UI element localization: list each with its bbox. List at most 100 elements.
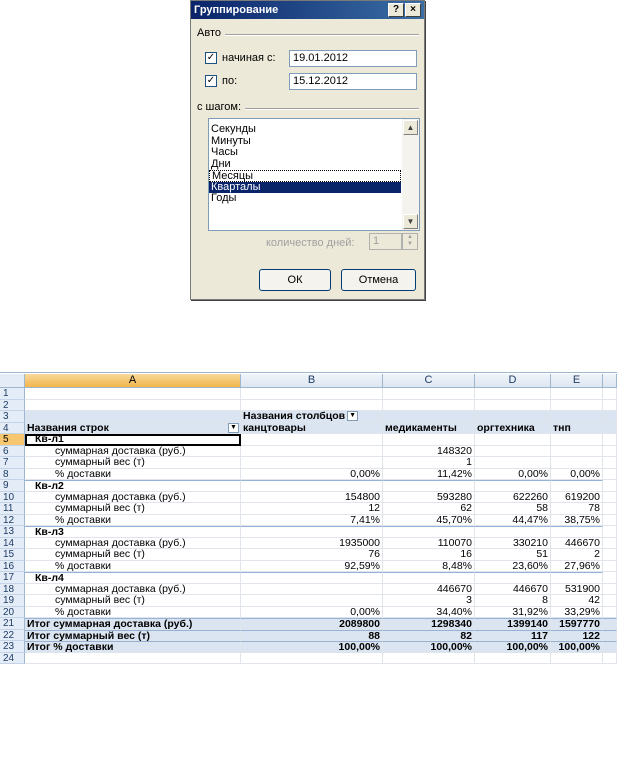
cell-b5[interactable] — [241, 434, 383, 446]
cell-f24[interactable] — [603, 652, 617, 664]
row-header[interactable]: 6 — [0, 445, 25, 457]
cell-b4[interactable]: канцтовары — [241, 422, 383, 434]
step-option-hours[interactable]: Часы — [209, 146, 401, 159]
cell-e23[interactable]: 100,00% — [551, 641, 603, 653]
cell-a2[interactable] — [25, 399, 241, 411]
cell-f17[interactable] — [603, 572, 617, 584]
cell-f15[interactable] — [603, 549, 617, 561]
cell-e20[interactable]: 33,29% — [551, 606, 603, 618]
row-header[interactable]: 4 — [0, 422, 25, 434]
cell-f5[interactable] — [603, 434, 617, 446]
cell-f21[interactable] — [603, 618, 617, 630]
cell-a20[interactable]: % доставки — [25, 606, 241, 618]
cell-e8[interactable]: 0,00% — [551, 468, 603, 480]
row-header[interactable]: 10 — [0, 491, 25, 503]
row-header[interactable]: 7 — [0, 457, 25, 469]
cell-a22[interactable]: Итог суммарный вес (т) — [25, 629, 241, 641]
scroll-down-icon[interactable]: ▼ — [403, 214, 418, 229]
row-header[interactable]: 1 — [0, 388, 25, 400]
cell-e22[interactable]: 122 — [551, 629, 603, 641]
cell-d6[interactable] — [475, 445, 551, 457]
step-option-quarters[interactable]: Кварталы — [209, 181, 401, 193]
row-header[interactable]: 24 — [0, 652, 25, 664]
cell-a23[interactable]: Итог % доставки — [25, 641, 241, 653]
cell-e6[interactable] — [551, 445, 603, 457]
cell-f8[interactable] — [603, 468, 617, 480]
start-date-input[interactable]: 19.01.2012 — [289, 50, 417, 67]
cell-e4[interactable]: тнп — [551, 422, 603, 434]
days-input[interactable]: 1 — [369, 233, 402, 250]
cell-b22[interactable]: 88 — [241, 629, 383, 641]
cell-f11[interactable] — [603, 503, 617, 515]
column-header-b[interactable]: B — [241, 374, 383, 388]
cell-b16[interactable]: 92,59% — [241, 560, 383, 572]
cell-f1[interactable] — [603, 388, 617, 400]
listbox-scrollbar[interactable]: ▲ ▼ — [402, 119, 419, 230]
end-checkbox-row[interactable]: ✓ по: — [205, 73, 237, 89]
row-header[interactable]: 17 — [0, 572, 25, 584]
cell-f6[interactable] — [603, 445, 617, 457]
row-header[interactable]: 19 — [0, 595, 25, 607]
cell-c2[interactable] — [383, 399, 475, 411]
start-checkbox[interactable]: ✓ — [205, 52, 217, 64]
days-spinner-icon[interactable]: ▲ ▼ — [402, 233, 418, 250]
cell-d8[interactable]: 0,00% — [475, 468, 551, 480]
cell-f10[interactable] — [603, 491, 617, 503]
cell-f20[interactable] — [603, 606, 617, 618]
cell-f19[interactable] — [603, 595, 617, 607]
cell-b10[interactable]: 154800 — [241, 491, 383, 503]
select-all-corner[interactable] — [0, 374, 25, 388]
cell-a12[interactable]: % доставки — [25, 514, 241, 526]
row-header[interactable]: 12 — [0, 514, 25, 526]
cell-d21[interactable]: 1399140 — [475, 618, 551, 630]
cell-f16[interactable] — [603, 560, 617, 572]
cell-d20[interactable]: 31,92% — [475, 606, 551, 618]
cell-d2[interactable] — [475, 399, 551, 411]
cell-b18[interactable] — [241, 583, 383, 595]
start-checkbox-row[interactable]: ✓ начиная с: — [205, 50, 276, 66]
filter-dropdown-icon[interactable]: ▼ — [347, 411, 359, 422]
cell-b12[interactable]: 7,41% — [241, 514, 383, 526]
row-header[interactable]: 21 — [0, 618, 25, 630]
cell-f4[interactable] — [603, 422, 617, 434]
cell-d12[interactable]: 44,47% — [475, 514, 551, 526]
cell-a16[interactable]: % доставки — [25, 560, 241, 572]
cell-e21[interactable]: 1597770 — [551, 618, 603, 630]
step-option-months[interactable]: Месяцы — [209, 170, 401, 182]
row-header[interactable]: 2 — [0, 399, 25, 411]
row-header[interactable]: 13 — [0, 526, 25, 538]
cell-f14[interactable] — [603, 537, 617, 549]
cell-f23[interactable] — [603, 641, 617, 653]
row-header[interactable]: 5 — [0, 434, 25, 446]
cell-a8[interactable]: % доставки — [25, 468, 241, 480]
cell-b8[interactable]: 0,00% — [241, 468, 383, 480]
cell-c8[interactable]: 11,42% — [383, 468, 475, 480]
ok-button[interactable]: ОК — [259, 269, 331, 291]
cell-c1[interactable] — [383, 388, 475, 400]
cell-d22[interactable]: 117 — [475, 629, 551, 641]
cell-c24[interactable] — [383, 652, 475, 664]
row-header[interactable]: 22 — [0, 629, 25, 641]
cell-d24[interactable] — [475, 652, 551, 664]
cell-f12[interactable] — [603, 514, 617, 526]
step-option-days[interactable]: Дни — [209, 158, 401, 171]
scroll-up-icon[interactable]: ▲ — [403, 120, 418, 135]
cell-a24[interactable] — [25, 652, 241, 664]
cell-b1[interactable] — [241, 388, 383, 400]
cell-f9[interactable] — [603, 480, 617, 492]
cell-c21[interactable]: 1298340 — [383, 618, 475, 630]
cell-c12[interactable]: 45,70% — [383, 514, 475, 526]
close-button[interactable]: × — [405, 3, 421, 17]
row-header[interactable]: 3 — [0, 411, 25, 423]
column-header-d[interactable]: D — [475, 374, 551, 388]
cell-e16[interactable]: 27,96% — [551, 560, 603, 572]
row-header[interactable]: 11 — [0, 503, 25, 515]
cancel-button[interactable]: Отмена — [341, 269, 416, 291]
help-button[interactable]: ? — [388, 3, 404, 17]
cell-b21[interactable]: 2089800 — [241, 618, 383, 630]
row-header[interactable]: 9 — [0, 480, 25, 492]
cell-e5[interactable] — [551, 434, 603, 446]
cell-d4[interactable]: оргтехника — [475, 422, 551, 434]
cell-b23[interactable]: 100,00% — [241, 641, 383, 653]
row-header[interactable]: 15 — [0, 549, 25, 561]
